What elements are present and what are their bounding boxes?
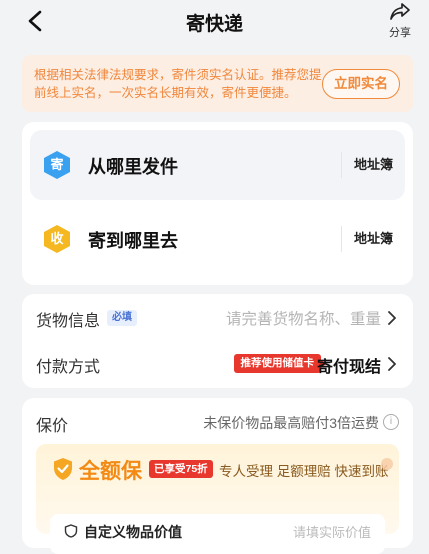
insurance-card: 保价 未保价物品最高赔付3倍运费 i 全额保 已享受75折 专人受理 足额理赔 … bbox=[22, 398, 413, 554]
goods-payment-card: 货物信息 必填 请完善货物名称、重量 付款方式 推荐使用储值卡 寄付现结 bbox=[22, 294, 413, 388]
custom-value-placeholder: 请填实际价值 bbox=[292, 525, 371, 540]
decorative-dot bbox=[381, 458, 393, 470]
payment-method-row[interactable]: 付款方式 推荐使用储值卡 寄付现结 bbox=[22, 344, 413, 384]
address-card: 寄 从哪里发件 地址簿 收 寄到哪里去 地址簿 bbox=[22, 122, 413, 285]
required-badge: 必填 bbox=[107, 310, 137, 326]
receiver-address-book-link[interactable]: 地址簿 bbox=[340, 226, 405, 252]
goods-info-row[interactable]: 货物信息 必填 请完善货物名称、重量 bbox=[22, 298, 413, 338]
discount-badge: 已享受75折 bbox=[149, 460, 213, 478]
chevron-right-icon bbox=[388, 311, 396, 325]
share-icon bbox=[390, 3, 410, 20]
insurance-label: 保价 bbox=[36, 418, 69, 435]
header-bar: 寄快递 分享 bbox=[0, 0, 429, 44]
payment-method-value: 寄付现结 bbox=[316, 359, 381, 376]
payment-method-label: 付款方式 bbox=[36, 359, 101, 376]
real-name-notice: 根据相关法律法规要求，寄件须实名认证。推荐您提前线上实名，一次实名长期有效，寄件… bbox=[22, 55, 413, 112]
sender-address-row[interactable]: 寄 从哪里发件 地址簿 bbox=[30, 130, 405, 200]
custom-value-label: 自定义物品价值 bbox=[84, 524, 182, 540]
receiver-label: 寄到哪里去 bbox=[88, 231, 178, 251]
receiver-address-row[interactable]: 收 寄到哪里去 地址簿 bbox=[30, 204, 405, 274]
receiver-badge-text: 收 bbox=[50, 231, 64, 246]
custom-value-row[interactable]: 自定义物品价值 请填实际价值 bbox=[50, 514, 385, 554]
insurance-description: 未保价物品最高赔付3倍运费 bbox=[203, 415, 379, 431]
share-label: 分享 bbox=[389, 27, 411, 39]
info-icon[interactable]: i bbox=[383, 414, 399, 430]
share-button[interactable]: 分享 bbox=[385, 2, 415, 40]
page-title: 寄快递 bbox=[185, 14, 243, 35]
goods-info-label: 货物信息 bbox=[36, 313, 101, 330]
goods-info-placeholder: 请完善货物名称、重量 bbox=[225, 311, 381, 328]
full-insurance-banner[interactable]: 全额保 已享受75折 专人受理 足额理赔 快速到账 自定义物品价值 请填实际价值 bbox=[36, 444, 399, 554]
full-coverage-title: 全额保 bbox=[79, 460, 142, 483]
insurance-slogan: 专人受理 足额理赔 快速到账 bbox=[219, 464, 389, 479]
shield-outline-icon bbox=[64, 524, 78, 538]
verify-now-button[interactable]: 立即实名 bbox=[322, 69, 400, 99]
shield-check-icon bbox=[54, 458, 72, 480]
sender-badge: 寄 bbox=[42, 150, 72, 180]
sender-label: 从哪里发件 bbox=[88, 157, 178, 177]
chevron-right-icon bbox=[388, 357, 396, 371]
sender-address-book-link[interactable]: 地址簿 bbox=[340, 152, 405, 178]
stored-card-promo-badge: 推荐使用储值卡 bbox=[233, 354, 326, 373]
receiver-badge: 收 bbox=[42, 224, 72, 254]
notice-text: 根据相关法律法规要求，寄件须实名认证。推荐您提前线上实名，一次实名长期有效，寄件… bbox=[34, 68, 322, 100]
sender-badge-text: 寄 bbox=[50, 157, 64, 172]
